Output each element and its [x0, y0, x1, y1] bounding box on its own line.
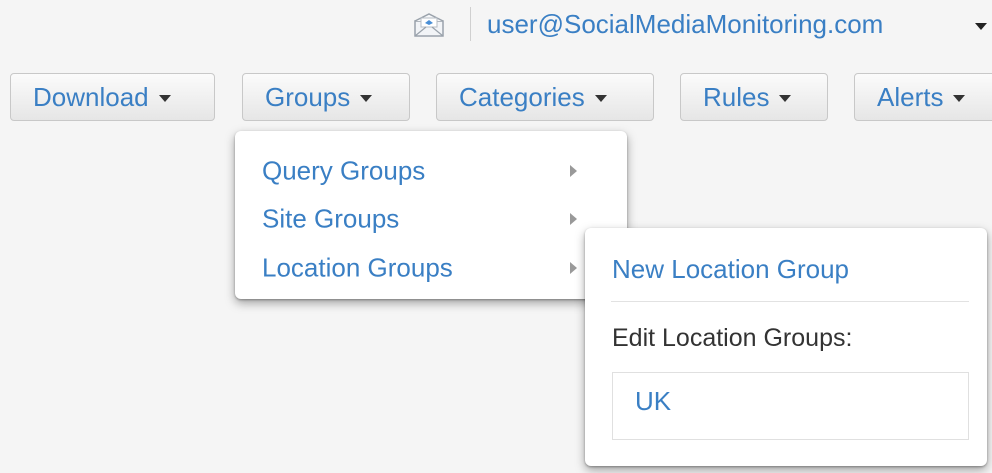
chevron-down-icon — [158, 95, 171, 102]
menu-item-site-groups[interactable]: Site Groups — [235, 195, 627, 241]
edit-location-groups-heading: Edit Location Groups: — [612, 324, 853, 352]
chevron-right-icon — [570, 262, 577, 274]
chevron-right-icon — [570, 213, 577, 225]
location-group-item[interactable]: UK — [635, 386, 671, 417]
menu-item-label: Query Groups — [262, 155, 426, 186]
download-button[interactable]: Download — [10, 73, 215, 121]
chevron-right-icon — [570, 165, 577, 177]
menu-item-query-groups[interactable]: Query Groups — [235, 147, 627, 193]
top-bar: user@SocialMediaMonitoring.com — [0, 0, 992, 54]
user-account-menu[interactable]: user@SocialMediaMonitoring.com — [487, 9, 883, 40]
chevron-down-icon — [594, 95, 607, 102]
alerts-button-label: Alerts — [877, 81, 944, 112]
menu-item-location-groups[interactable]: Location Groups — [235, 244, 627, 290]
alerts-button[interactable]: Alerts — [854, 73, 992, 121]
groups-button-label: Groups — [265, 81, 351, 112]
chevron-down-icon[interactable] — [975, 23, 987, 30]
groups-button[interactable]: Groups — [242, 73, 410, 121]
chevron-down-icon — [953, 95, 966, 102]
divider — [470, 7, 471, 41]
menu-item-label: Site Groups — [262, 203, 400, 234]
categories-button[interactable]: Categories — [436, 73, 654, 121]
rules-button-label: Rules — [703, 81, 770, 112]
download-button-label: Download — [33, 81, 149, 112]
menu-item-label: Location Groups — [262, 252, 453, 283]
categories-button-label: Categories — [459, 81, 585, 112]
new-location-group-link[interactable]: New Location Group — [612, 254, 849, 285]
envelope-icon[interactable] — [413, 13, 445, 37]
location-groups-submenu: New Location Group Edit Location Groups:… — [585, 228, 987, 466]
location-groups-list: UK — [612, 372, 969, 440]
divider — [611, 301, 969, 302]
chevron-down-icon — [779, 95, 792, 102]
rules-button[interactable]: Rules — [680, 73, 828, 121]
chevron-down-icon — [360, 95, 373, 102]
